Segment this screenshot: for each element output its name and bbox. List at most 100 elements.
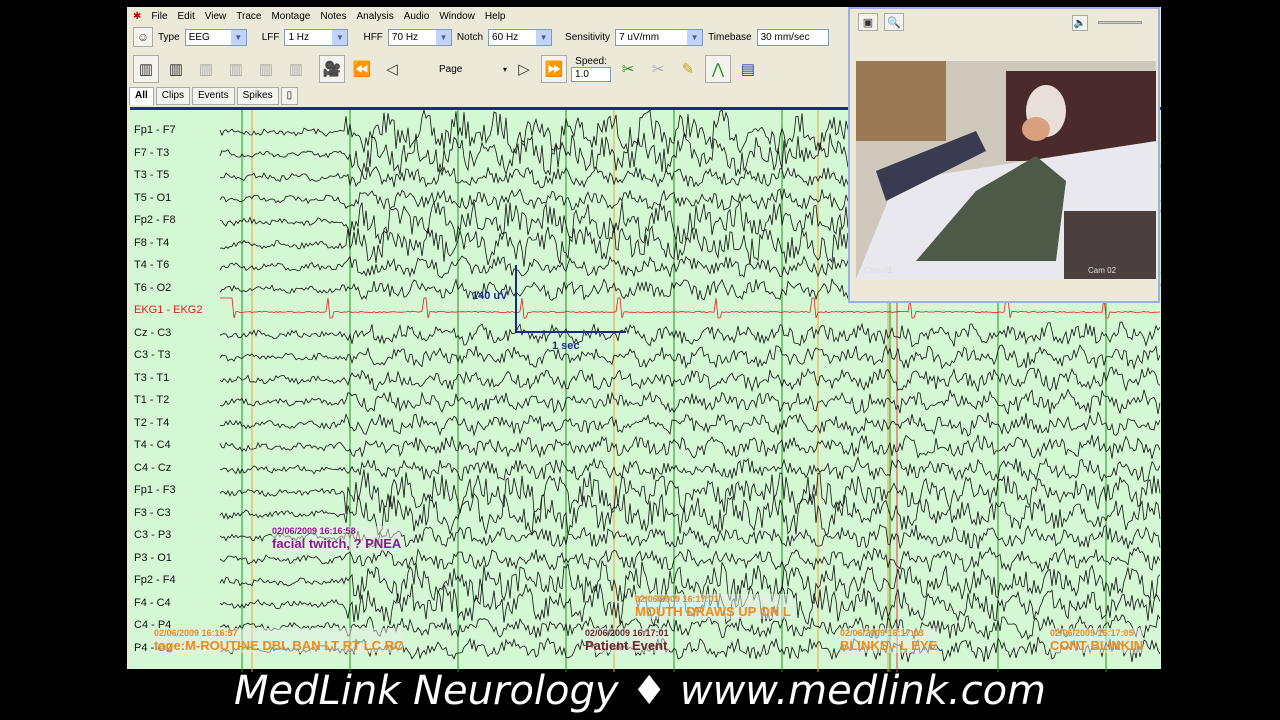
menu-view[interactable]: View — [205, 11, 227, 22]
menu-notes[interactable]: Notes — [320, 11, 346, 22]
channel-trace — [219, 434, 1161, 459]
calibration-bars — [515, 265, 626, 333]
tab-events[interactable]: Events — [192, 87, 235, 105]
clip-start-icon[interactable]: ✂ — [615, 55, 641, 83]
patient-video: Cam 01 Cam 02 — [856, 61, 1156, 279]
menu-help[interactable]: Help — [485, 11, 506, 22]
fast-rewind-icon[interactable]: ⏪ — [349, 55, 375, 83]
speed-label: Speed: — [575, 56, 607, 67]
clip-stop-icon[interactable]: ✂ — [645, 55, 671, 83]
timebase-value: 30 mm/sec — [760, 31, 810, 43]
annotation-text: CONT BLINKIN — [1050, 638, 1144, 653]
calibration-time: 1 sec — [552, 340, 580, 352]
montage-2-icon[interactable]: ▥ — [193, 55, 219, 83]
channel-label: Cz - C3 — [134, 326, 172, 339]
step-back-icon[interactable]: ◁ — [379, 55, 405, 83]
spike-detect-icon[interactable]: ⋀ — [705, 55, 732, 83]
menu-file[interactable]: File — [151, 11, 167, 22]
menu-window[interactable]: Window — [439, 11, 475, 22]
channel-label: F7 - T3 — [134, 146, 170, 159]
channel-trace — [219, 321, 1161, 348]
menu-analysis[interactable]: Analysis — [357, 11, 394, 22]
lff-value: 1 Hz — [288, 31, 310, 43]
chevron-down-icon: ▼ — [332, 29, 348, 45]
montage-5-icon[interactable]: ▥ — [283, 55, 309, 83]
sensitivity-label: Sensitivity — [565, 31, 611, 43]
montage-new-icon[interactable]: ▥ — [163, 55, 189, 83]
channel-label: T3 - T1 — [134, 371, 170, 384]
tab-spikes[interactable]: Spikes — [236, 87, 279, 105]
tab-clips[interactable]: Clips — [155, 87, 191, 105]
channel-label: F4 - C4 — [134, 596, 171, 609]
menu-audio[interactable]: Audio — [404, 11, 430, 22]
channel-label: Fp1 - F3 — [134, 484, 176, 496]
lff-select[interactable]: 1 Hz ▼ — [284, 28, 349, 46]
sensitivity-select[interactable]: 7 uV/mm ▼ — [615, 28, 704, 46]
new-note-icon[interactable]: ▯ — [280, 87, 299, 105]
montage-icon[interactable]: ▥ — [133, 55, 159, 83]
page-select[interactable]: Page — [439, 64, 499, 75]
fast-forward-icon[interactable]: ⏩ — [541, 55, 568, 83]
lff-label: LFF — [261, 31, 280, 43]
channel-label: C3 - P3 — [134, 529, 172, 541]
clip-edit-icon[interactable]: ✎ — [675, 55, 701, 83]
channel-trace — [219, 388, 1161, 416]
montage-4-icon[interactable]: ▥ — [253, 55, 279, 83]
spectrogram-icon[interactable]: ▤ — [735, 55, 761, 83]
annotation[interactable]: 02/06/2009 16:16:57 tage:M-ROUTINE DBL BA… — [154, 628, 404, 653]
chevron-down-icon[interactable]: ▾ — [503, 65, 507, 74]
channel-label: F3 - C3 — [134, 506, 171, 519]
annotation[interactable]: 02/06/2009 16:17:01 Patient Event — [585, 628, 669, 653]
channel-label: F8 - T4 — [134, 236, 170, 249]
hff-value: 70 Hz — [391, 31, 419, 43]
channel-label: T4 - T6 — [134, 259, 170, 271]
channel-label: C3 - T3 — [134, 349, 171, 361]
channel-label: T5 - O1 — [134, 191, 172, 204]
channel-label: T1 - T2 — [134, 394, 170, 406]
volume-slider[interactable] — [1098, 21, 1142, 24]
notch-value: 60 Hz — [492, 31, 519, 43]
annotation-text: tage:M-ROUTINE DBL BAN LT RT LC RC — [154, 638, 404, 653]
type-label: Type — [158, 31, 180, 43]
annotation-text: BLINKS - L EYE — [840, 638, 938, 653]
speaker-icon[interactable]: 🔈 — [1072, 15, 1088, 31]
video-camera-icon[interactable]: 🎥 — [319, 55, 345, 83]
channel-label: T3 - T5 — [134, 169, 170, 181]
annotation[interactable]: 02/06/2009 16:17:05 CONT BLINKIN — [1050, 628, 1144, 653]
channel-label: T2 - T4 — [134, 416, 170, 429]
annotation-timestamp: 02/06/2009 16:17:05 — [1050, 628, 1134, 638]
speed-control: Speed: 1.0 — [571, 56, 612, 82]
snapshot-icon[interactable]: ▣ — [858, 13, 878, 31]
channel-label: T6 - O2 — [134, 281, 172, 294]
type-select[interactable]: EEG ▼ — [184, 28, 247, 46]
timebase-select[interactable]: 30 mm/sec — [756, 28, 829, 46]
notch-select[interactable]: 60 Hz ▼ — [488, 28, 553, 46]
annotation-timestamp: 02/06/2009 16:17:03 — [840, 628, 924, 638]
chevron-down-icon: ▼ — [687, 29, 703, 45]
menu-trace[interactable]: Trace — [236, 11, 261, 22]
head-icon[interactable]: ☺ — [133, 27, 153, 47]
menu-edit[interactable]: Edit — [178, 11, 195, 22]
tab-all[interactable]: All — [129, 87, 154, 105]
footer-banner: MedLink Neurology ♦ www.medlink.com — [233, 668, 1047, 714]
annotation-timestamp: 02/06/2009 16:17:01 — [585, 628, 669, 638]
speed-spinner[interactable]: 1.0 — [571, 67, 612, 82]
channel-label: P3 - O1 — [134, 551, 172, 564]
step-forward-icon[interactable]: ▷ — [511, 55, 537, 83]
speed-value: 1.0 — [575, 69, 589, 80]
annotation[interactable]: 02/06/2009 16:16:58 facial twitch, ? PNEA — [272, 526, 402, 551]
montage-3-icon[interactable]: ▥ — [223, 55, 249, 83]
annotation-timestamp: 02/06/2009 16:17:01 — [635, 594, 719, 604]
chevron-down-icon: ▼ — [536, 29, 552, 45]
calibration-amplitude: 140 uV — [472, 290, 508, 302]
channel-label: T4 - C4 — [134, 439, 171, 451]
hff-select[interactable]: 70 Hz ▼ — [387, 28, 452, 46]
channel-label: Fp1 - F7 — [134, 124, 176, 136]
zoom-icon[interactable]: 🔍 — [884, 13, 904, 31]
menu-montage[interactable]: Montage — [271, 11, 310, 22]
annotation[interactable]: 02/06/2009 16:17:03 BLINKS - L EYE — [840, 628, 938, 653]
menu-bar: ✱ File Edit View Trace Montage Notes Ana… — [127, 7, 849, 25]
annotation[interactable]: 02/06/2009 16:17:01 MOUTH DRAWS UP ON L — [635, 594, 791, 619]
chevron-down-icon: ▼ — [435, 29, 451, 45]
annotation-timestamp: 02/06/2009 16:16:57 — [154, 628, 238, 638]
